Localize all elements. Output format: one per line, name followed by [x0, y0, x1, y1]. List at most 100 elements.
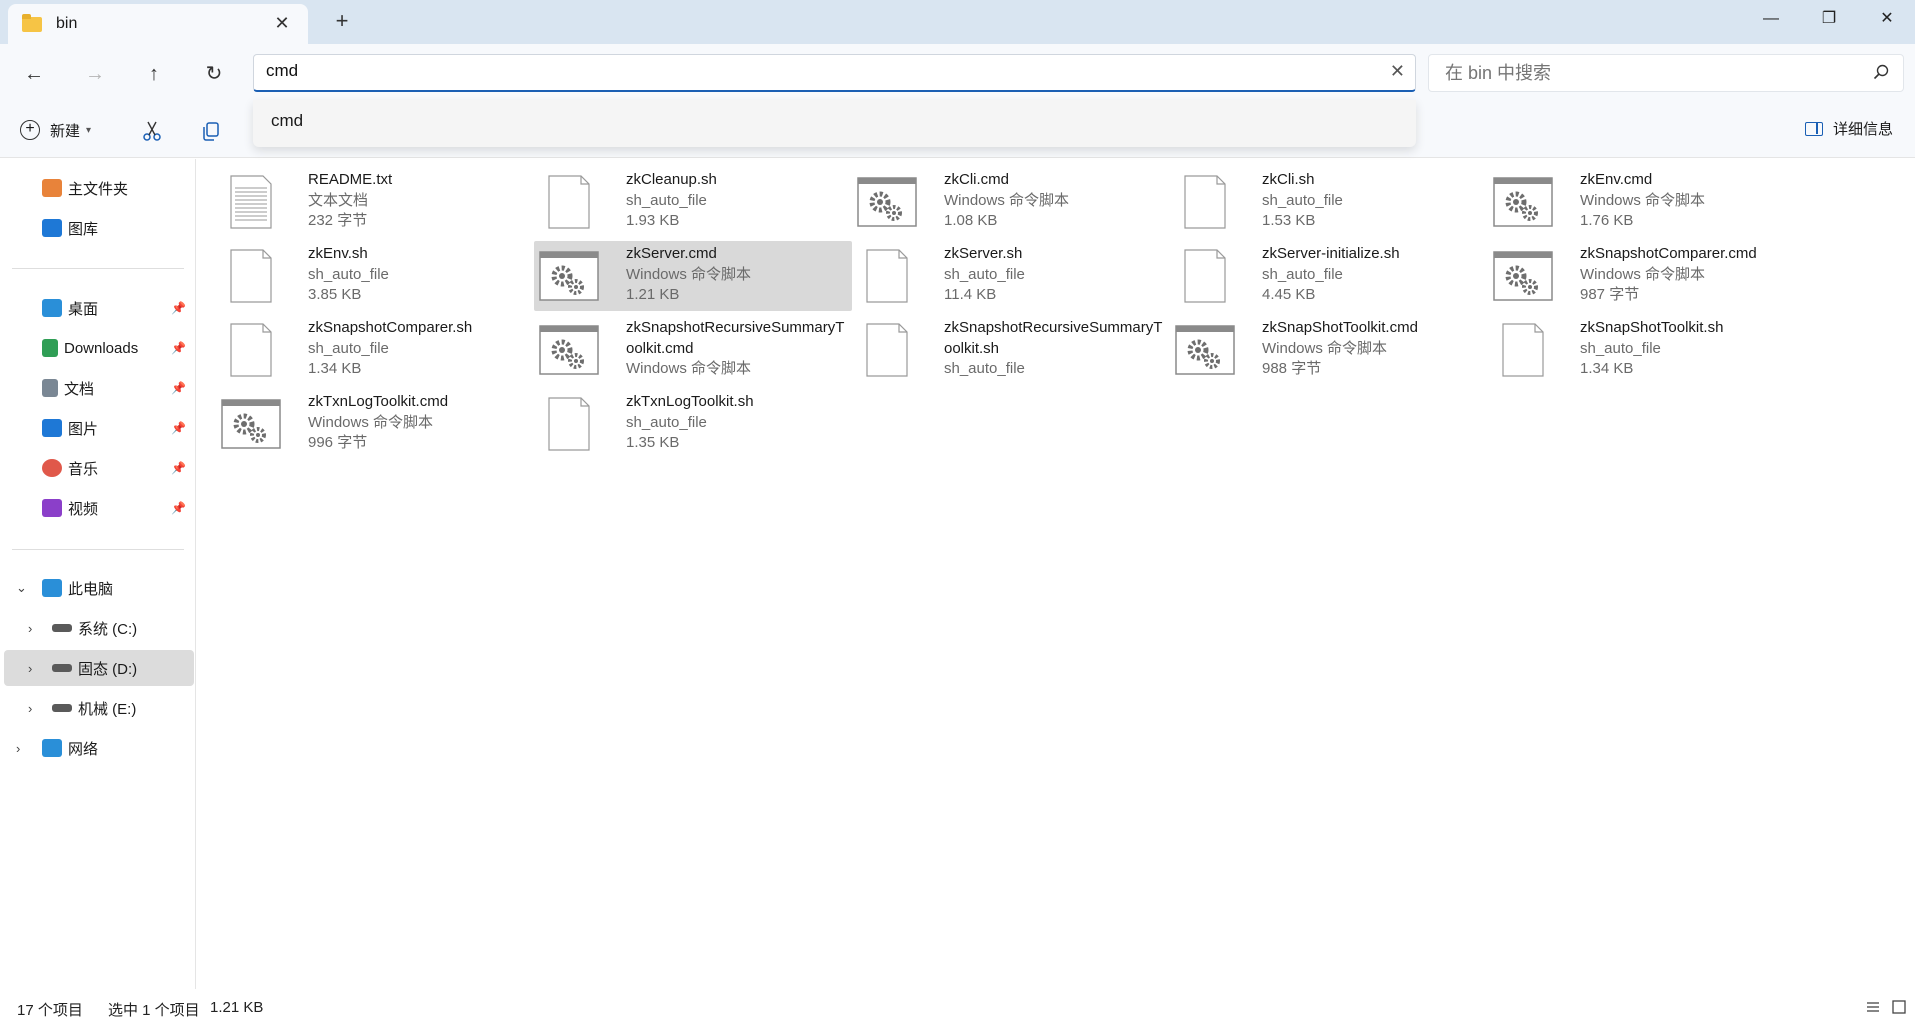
chevron-right-icon[interactable]: › [28, 661, 32, 676]
search-box[interactable] [1428, 54, 1904, 92]
sidebar-item-label: 主文件夹 [68, 180, 129, 198]
details-button-label: 详细信息 [1832, 121, 1893, 138]
pin-icon[interactable]: 📌 [171, 341, 186, 355]
file-item[interactable]: zkCli.cmd Windows 命令脚本 1.08 KB [852, 167, 1170, 237]
search-input[interactable] [1445, 63, 1845, 84]
address-bar[interactable]: ✕ [253, 54, 1416, 92]
file-item[interactable]: zkServer-initialize.sh sh_auto_file 4.45 K… [1170, 241, 1488, 311]
music-icon [42, 459, 62, 477]
sidebar-item-home[interactable]: 主文件夹 [4, 170, 194, 206]
file-item[interactable]: zkSnapshotRecursiveSummaryToolkit.sh sh_a… [852, 315, 1170, 385]
file-name: README.txt [308, 171, 393, 188]
file-item[interactable]: zkCleanup.sh sh_auto_file 1.93 KB [534, 167, 852, 237]
file-item[interactable]: zkServer.cmd Windows 命令脚本 1.21 KB [534, 241, 852, 311]
sidebar-item-network[interactable]: › 网络 [4, 730, 194, 766]
file-name: zkEnv.cmd [1580, 171, 1653, 188]
file-item[interactable]: zkTxnLogToolkit.sh sh_auto_file 1.35 KB [534, 389, 852, 459]
details-button[interactable]: 详细信息 [1804, 118, 1893, 139]
sidebar-item-drive-d[interactable]: › 固态 (D:) [4, 650, 194, 686]
file-size: 1.53 KB [1262, 212, 1316, 229]
forward-button[interactable]: → [78, 57, 112, 91]
pin-icon[interactable]: 📌 [171, 501, 186, 515]
file-item[interactable]: zkEnv.sh sh_auto_file 3.85 KB [216, 241, 534, 311]
file-item[interactable]: zkTxnLogToolkit.cmd Windows 命令脚本 996 字节 [216, 389, 534, 459]
file-type: Windows 命令脚本 [308, 413, 434, 431]
pin-icon[interactable]: 📌 [171, 301, 186, 315]
address-input[interactable] [266, 61, 1366, 81]
tab-bin[interactable]: bin ✕ [8, 4, 308, 44]
file-meta: README.txt 文本文档 232 字节 [308, 170, 532, 232]
file-item[interactable]: zkEnv.cmd Windows 命令脚本 1.76 KB [1488, 167, 1806, 237]
file-size: 996 字节 [308, 434, 368, 451]
sidebar-item-label: 网络 [68, 740, 99, 758]
close-icon[interactable]: ✕ [272, 13, 292, 33]
refresh-button[interactable]: ↻ [197, 57, 231, 91]
back-button[interactable]: ← [17, 57, 51, 91]
file-name: zkCli.cmd [944, 171, 1010, 188]
file-name: zkSnapShotToolkit.sh [1580, 319, 1724, 336]
file-type: Windows 命令脚本 [1580, 191, 1706, 209]
tiles-view-icon[interactable] [1890, 998, 1908, 1016]
pin-icon[interactable]: 📌 [171, 381, 186, 395]
file-type: sh_auto_file [308, 339, 389, 357]
file-name: zkCleanup.sh [626, 171, 717, 188]
minimize-button[interactable]: — [1748, 4, 1794, 34]
sidebar-item-downloads[interactable]: Downloads 📌 [4, 330, 194, 366]
sidebar-item-videos[interactable]: 视频 📌 [4, 490, 194, 526]
chevron-down-icon: ▾ [86, 124, 92, 136]
copy-icon[interactable] [200, 120, 222, 142]
up-button[interactable]: ↑ [137, 57, 171, 91]
sidebar-divider [12, 549, 184, 550]
pin-icon[interactable]: 📌 [171, 461, 186, 475]
chevron-right-icon[interactable]: › [28, 621, 32, 636]
new-button-label: 新建 [50, 122, 81, 140]
file-item[interactable]: zkSnapshotComparer.sh sh_auto_file 1.34 KB [216, 315, 534, 385]
file-type: Windows 命令脚本 [626, 360, 752, 377]
pin-icon[interactable]: 📌 [171, 421, 186, 435]
file-item[interactable]: zkServer.sh sh_auto_file 11.4 KB [852, 241, 1170, 311]
tab-title: bin [56, 15, 78, 32]
home-icon [42, 179, 62, 197]
sidebar-item-desktop[interactable]: 桌面 📌 [4, 290, 194, 326]
search-icon[interactable] [1873, 64, 1889, 80]
blank-file-icon [230, 323, 272, 377]
file-name: zkSnapshotComparer.cmd [1580, 245, 1757, 262]
file-item[interactable]: zkCli.sh sh_auto_file 1.53 KB [1170, 167, 1488, 237]
file-size: 987 字节 [1580, 286, 1640, 303]
sidebar-item-pictures[interactable]: 图片 📌 [4, 410, 194, 446]
file-meta: zkServer.cmd Windows 命令脚本 1.21 KB [626, 244, 850, 306]
chevron-right-icon[interactable]: › [28, 701, 32, 716]
file-item[interactable]: zkSnapShotToolkit.sh sh_auto_file 1.34 KB [1488, 315, 1806, 385]
details-pane-icon [1804, 121, 1823, 136]
file-meta: zkSnapshotRecursiveSummaryToolkit.sh sh_a… [944, 318, 1168, 380]
details-view-icon[interactable] [1864, 998, 1882, 1016]
file-item[interactable]: zkSnapShotToolkit.cmd Windows 命令脚本 988 字节 [1170, 315, 1488, 385]
sidebar-item-drive-c[interactable]: › 系统 (C:) [4, 610, 194, 646]
file-type: sh_auto_file [944, 265, 1025, 283]
blank-file-icon [548, 175, 590, 229]
gallery-icon [42, 219, 62, 237]
file-type: sh_auto_file [944, 360, 1025, 377]
file-size: 4.45 KB [1262, 286, 1316, 303]
cut-icon[interactable] [141, 120, 163, 142]
plus-icon[interactable]: + [330, 10, 354, 34]
new-button[interactable]: + 新建 ▾ [20, 117, 91, 143]
clear-icon[interactable]: ✕ [1390, 61, 1405, 82]
file-meta: zkTxnLogToolkit.cmd Windows 命令脚本 996 字节 [308, 392, 532, 454]
autocomplete-item[interactable]: cmd [271, 111, 303, 131]
window-close-button[interactable]: ✕ [1864, 4, 1910, 34]
sidebar-item-drive-e[interactable]: › 机械 (E:) [4, 690, 194, 726]
sidebar-item-gallery[interactable]: 图库 [4, 210, 194, 246]
sidebar-item-documents[interactable]: 文档 📌 [4, 370, 194, 406]
file-meta: zkServer.sh sh_auto_file 11.4 KB [944, 244, 1168, 306]
chevron-down-icon[interactable]: ⌄ [16, 580, 27, 596]
file-item[interactable]: zkSnapshotComparer.cmd Windows 命令脚本 987 字节 [1488, 241, 1806, 311]
video-icon [42, 499, 62, 517]
file-item[interactable]: zkSnapshotRecursiveSummaryToolkit.cmd Win… [534, 315, 852, 385]
drive-c-icon [52, 624, 72, 632]
restore-button[interactable]: ❐ [1806, 4, 1852, 34]
chevron-right-icon[interactable]: › [16, 741, 20, 756]
sidebar-item-this-pc[interactable]: ⌄ 此电脑 [4, 570, 194, 606]
file-item[interactable]: README.txt 文本文档 232 字节 [216, 167, 534, 237]
sidebar-item-music[interactable]: 音乐 📌 [4, 450, 194, 486]
